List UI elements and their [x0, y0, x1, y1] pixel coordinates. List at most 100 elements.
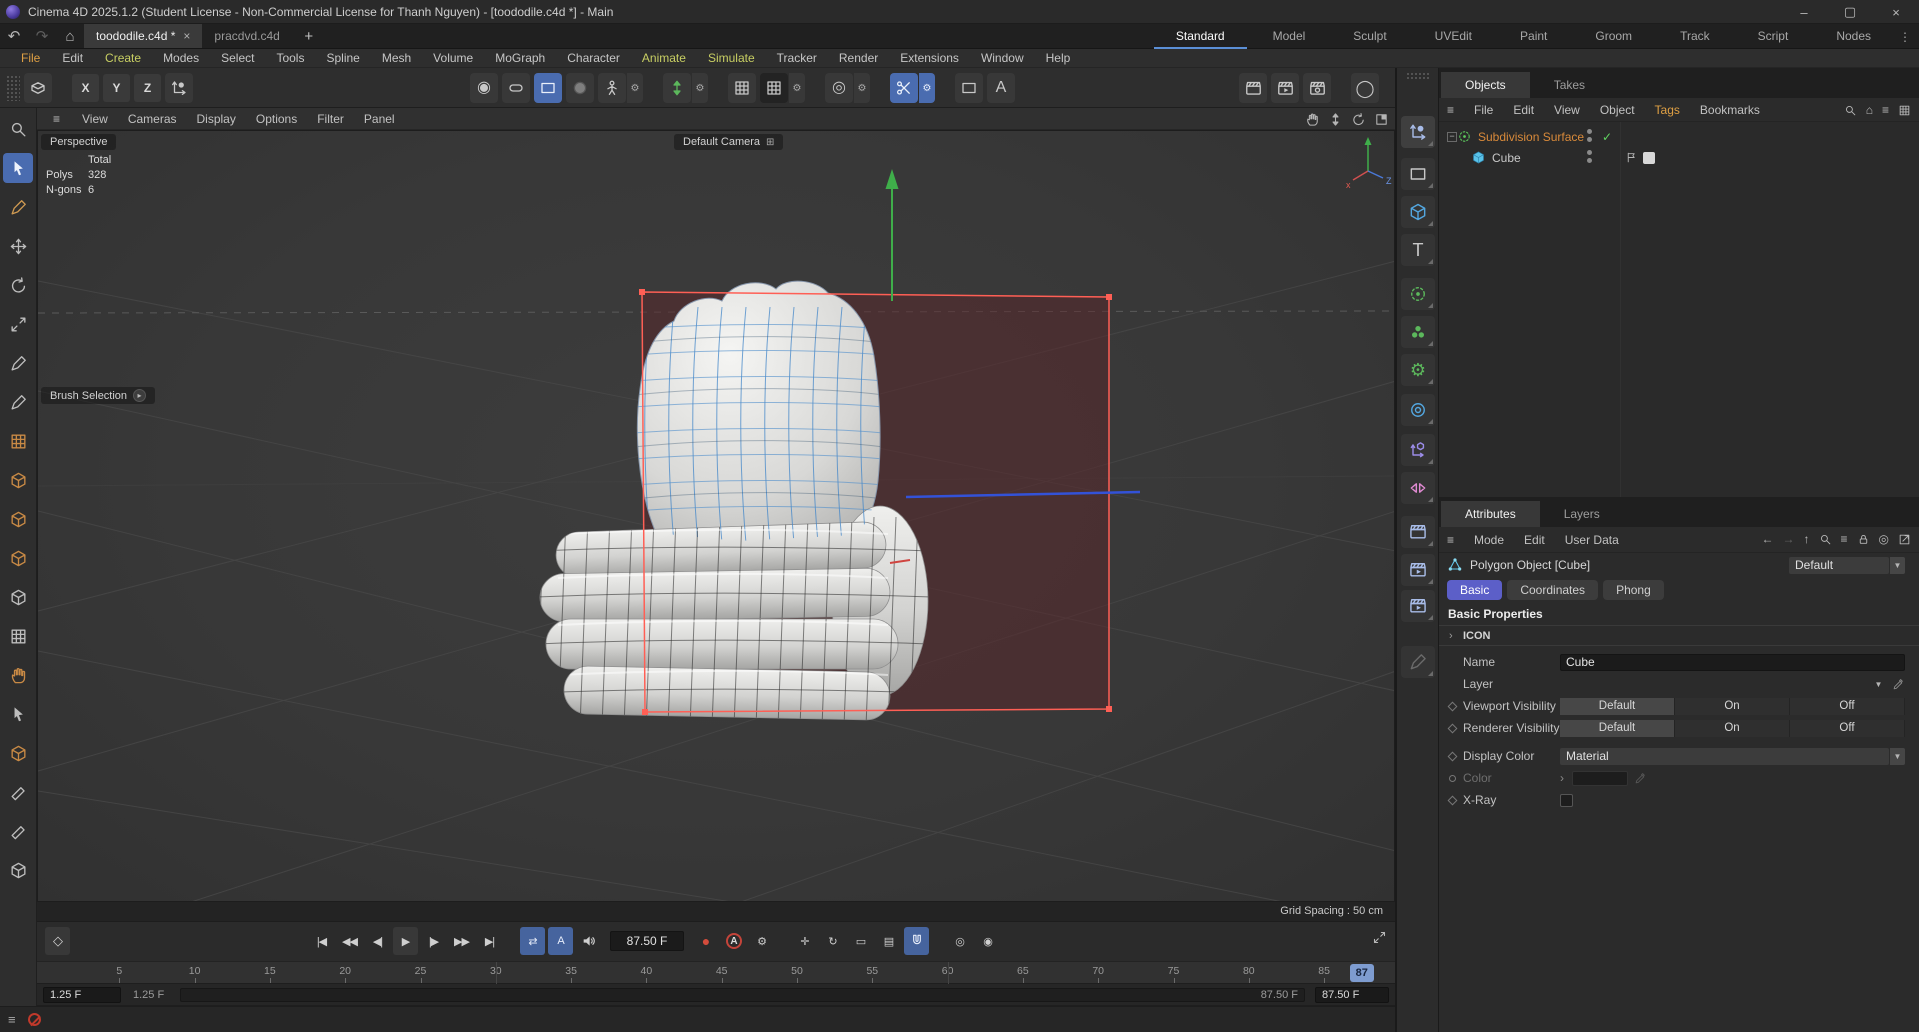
- simulation-settings[interactable]: ⚙: [1401, 354, 1435, 386]
- grid-snap-settings-icon[interactable]: [760, 73, 788, 103]
- play-button[interactable]: ▶: [393, 927, 418, 955]
- mograph-cloner[interactable]: [1401, 278, 1435, 310]
- key-rotation-button[interactable]: ↻: [820, 927, 845, 955]
- snap-magnet-button[interactable]: [904, 927, 929, 955]
- objects-menu-tags[interactable]: Tags: [1645, 103, 1690, 117]
- workspace-tab-nodes[interactable]: Nodes: [1814, 24, 1893, 49]
- undo-icon[interactable]: ↶: [0, 24, 28, 48]
- keyframe-mode-button[interactable]: ◉: [975, 927, 1000, 955]
- axis-lock-y-button[interactable]: Y: [103, 74, 130, 102]
- filter-icon[interactable]: ≡: [1841, 533, 1848, 545]
- polygon-selection-tag-icon[interactable]: [1625, 151, 1638, 164]
- subdivide-tool[interactable]: [3, 582, 33, 612]
- objects-menu-file[interactable]: File: [1464, 103, 1503, 117]
- menu-modes[interactable]: Modes: [152, 51, 210, 65]
- workspace-tab-paint[interactable]: Paint: [1498, 24, 1569, 49]
- workspace-tab-groom[interactable]: Groom: [1573, 24, 1654, 49]
- attributes-menu-mode[interactable]: Mode: [1464, 533, 1514, 547]
- workspace-tab-standard[interactable]: Standard: [1154, 24, 1247, 49]
- render-sphere-icon[interactable]: [566, 73, 594, 103]
- menu-character[interactable]: Character: [556, 51, 631, 65]
- key-scale-button[interactable]: ▭: [848, 927, 873, 955]
- cube-primitive-tool[interactable]: [3, 465, 33, 495]
- status-hamburger-icon[interactable]: ≡: [8, 1012, 16, 1027]
- workspace-tab-uvedit[interactable]: UVEdit: [1413, 24, 1494, 49]
- renderer-visibility-default-button[interactable]: Default: [1560, 720, 1675, 737]
- cut-tool-icon-gear-icon[interactable]: ⚙: [919, 73, 935, 103]
- lock-icon[interactable]: [1857, 533, 1870, 546]
- render-settings-icon[interactable]: [1303, 73, 1331, 103]
- y-axis-handle[interactable]: [886, 169, 899, 301]
- timeline-ruler[interactable]: 51015202530354045505560657075808587: [37, 961, 1395, 984]
- preset-chevron-down-icon[interactable]: ▼: [1890, 557, 1905, 574]
- add-field-torus[interactable]: [1401, 394, 1435, 426]
- visibility-dots-icon[interactable]: [1587, 150, 1592, 163]
- add-tab-button[interactable]: +: [292, 24, 326, 48]
- character-tool-icon-gear-icon[interactable]: ⚙: [627, 73, 643, 103]
- menu-mesh[interactable]: Mesh: [371, 51, 422, 65]
- knife-tool[interactable]: [3, 777, 33, 807]
- attributes-tab-layers[interactable]: Layers: [1540, 501, 1624, 527]
- keyframe-settings-button[interactable]: ⚙: [749, 927, 774, 955]
- objects-hamburger-icon[interactable]: ≡: [1447, 103, 1464, 117]
- section-tab-phong[interactable]: Phong: [1603, 580, 1664, 600]
- name-input[interactable]: Cube: [1560, 654, 1905, 671]
- axis-modify-icon[interactable]: [165, 73, 193, 103]
- mograph-matrix[interactable]: [1401, 316, 1435, 348]
- menu-tracker[interactable]: Tracker: [766, 51, 828, 65]
- color-eyedropper-icon[interactable]: [1634, 772, 1647, 785]
- workspace-tab-model[interactable]: Model: [1251, 24, 1328, 49]
- menu-tools[interactable]: Tools: [265, 51, 315, 65]
- section-tab-basic[interactable]: Basic: [1447, 580, 1502, 600]
- preset-dropdown[interactable]: Default ▼: [1789, 557, 1905, 574]
- viewport-solo-icon[interactable]: [955, 73, 983, 103]
- next-frame-button[interactable]: |▶: [421, 927, 446, 955]
- objects-tab-objects[interactable]: Objects: [1441, 72, 1530, 98]
- goto-start-button[interactable]: |◀: [309, 927, 334, 955]
- make-editable-icon[interactable]: ◉: [470, 73, 498, 103]
- workspace-tab-script[interactable]: Script: [1736, 24, 1811, 49]
- preview-start-input[interactable]: 1.25 F: [43, 987, 121, 1003]
- add-cube-object[interactable]: [1401, 196, 1435, 228]
- color-swatch[interactable]: [1572, 771, 1628, 786]
- menu-render[interactable]: Render: [828, 51, 889, 65]
- up-icon[interactable]: ↑: [1804, 533, 1810, 545]
- record-keyframe-button[interactable]: ●: [693, 927, 718, 955]
- pen-tool[interactable]: [3, 348, 33, 378]
- maximize-button[interactable]: ▢: [1827, 0, 1873, 24]
- doc-tab-pracdvd-c4d[interactable]: pracdvd.c4d: [202, 24, 291, 48]
- model-toododile[interactable]: [540, 281, 928, 720]
- grid-snap-icon[interactable]: [728, 73, 756, 103]
- sound-button[interactable]: [576, 927, 601, 955]
- palette-drag-handle[interactable]: [1406, 72, 1430, 80]
- find-tool[interactable]: [3, 114, 33, 144]
- tree-row-subdivision-surface[interactable]: −Subdivision Surface✓: [1439, 126, 1919, 147]
- smooth-tool[interactable]: [3, 816, 33, 846]
- camera-label-chip[interactable]: Default Camera ⊞: [674, 134, 783, 150]
- target-icon[interactable]: ◎: [1879, 533, 1889, 545]
- attributes-menu-edit[interactable]: Edit: [1514, 533, 1555, 547]
- objects-menu-view[interactable]: View: [1544, 103, 1590, 117]
- objects-menu-bookmarks[interactable]: Bookmarks: [1690, 103, 1770, 117]
- filter-icon[interactable]: ≡: [1882, 104, 1889, 116]
- rotate-view-icon[interactable]: [1351, 112, 1366, 127]
- viewport-visibility-off-button[interactable]: Off: [1790, 698, 1905, 715]
- zoom-view-icon[interactable]: [1328, 112, 1343, 127]
- camera-crane[interactable]: [1401, 590, 1435, 622]
- close-button[interactable]: ×: [1873, 0, 1919, 24]
- menu-spline[interactable]: Spline: [315, 51, 370, 65]
- target-settings-icon[interactable]: ◎: [825, 73, 853, 103]
- interactive-render-icon[interactable]: ◯: [1351, 73, 1379, 103]
- menu-extensions[interactable]: Extensions: [889, 51, 970, 65]
- menu-select[interactable]: Select: [210, 51, 265, 65]
- next-key-button[interactable]: ▶▶: [449, 927, 474, 955]
- visibility-dots-icon[interactable]: [1587, 129, 1592, 142]
- goto-end-button[interactable]: ▶|: [477, 927, 502, 955]
- icon-section-header[interactable]: › ICON: [1439, 625, 1919, 646]
- color-expand-icon[interactable]: ›: [1560, 771, 1564, 785]
- annotate-pencil[interactable]: [1401, 646, 1435, 678]
- key-position-button[interactable]: ✛: [792, 927, 817, 955]
- viewport-hamburger-icon[interactable]: ≡: [43, 112, 70, 126]
- workspace-tab-sculpt[interactable]: Sculpt: [1331, 24, 1408, 49]
- viewport-menu-view[interactable]: View: [72, 112, 118, 126]
